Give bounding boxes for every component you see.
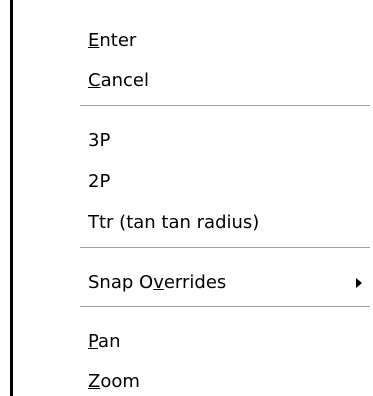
menu-item-snap-overrides[interactable]: Snap Overrides bbox=[14, 264, 368, 302]
context-menu: Enter Cancel 3P 2P Ttr (tan tan radius) … bbox=[14, 0, 370, 396]
menu-item-zoom[interactable]: Zoom bbox=[14, 363, 368, 396]
menu-item-pan[interactable]: Pan bbox=[14, 323, 368, 361]
submenu-arrow-icon bbox=[356, 278, 362, 288]
left-edge-line bbox=[10, 0, 13, 396]
menu-item-label: Snap Overrides bbox=[88, 272, 227, 293]
menu-item-enter[interactable]: Enter bbox=[14, 22, 368, 60]
menu-item-label: Enter bbox=[88, 30, 137, 51]
menu-separator bbox=[80, 105, 370, 107]
menu-item-2p[interactable]: 2P bbox=[14, 163, 368, 201]
menu-item-label: 3P bbox=[88, 130, 111, 151]
menu-item-3p[interactable]: 3P bbox=[14, 122, 368, 160]
menu-separator bbox=[80, 306, 370, 308]
menu-item-ttr[interactable]: Ttr (tan tan radius) bbox=[14, 204, 368, 242]
screen: { "menu": { "items": [ {"pre": "", "mnem… bbox=[0, 0, 373, 396]
menu-item-label: Pan bbox=[88, 331, 121, 352]
menu-item-label: Cancel bbox=[88, 70, 149, 91]
menu-item-label: Ttr (tan tan radius) bbox=[88, 212, 260, 233]
menu-item-label: Zoom bbox=[88, 371, 140, 392]
menu-item-label: 2P bbox=[88, 171, 111, 192]
menu-item-cancel[interactable]: Cancel bbox=[14, 62, 368, 100]
menu-separator bbox=[80, 247, 370, 249]
